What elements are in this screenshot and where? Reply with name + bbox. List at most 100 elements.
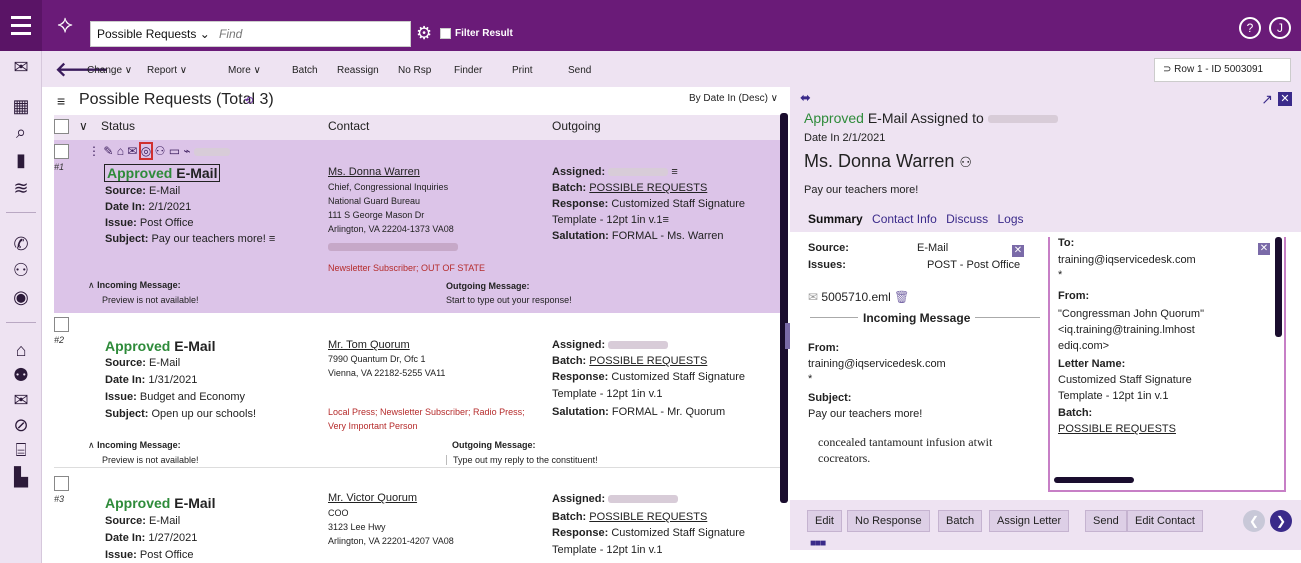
filter-lines-icon[interactable]: ≡ xyxy=(57,93,65,109)
batch-button[interactable]: Batch xyxy=(938,510,983,532)
list-row[interactable]: #1 ⋮ ✎ ⌂ ✉ ◎ ⚇ ▭ ⌁ Approved E-Mail Sourc… xyxy=(54,140,780,313)
add-user-icon[interactable]: ⚇ xyxy=(8,258,34,282)
mail-icon[interactable]: ✉ xyxy=(8,55,34,79)
reassign-button[interactable]: Reassign xyxy=(337,65,379,76)
batch-button[interactable]: Batch xyxy=(292,65,318,76)
finder-button[interactable]: Finder xyxy=(454,65,482,76)
sort-select[interactable]: By Date In (Desc) ∨ xyxy=(689,93,778,104)
contact-tags: Very Important Person xyxy=(328,421,418,431)
window-icon[interactable]: ▭ xyxy=(169,144,180,158)
column-status[interactable]: Status xyxy=(101,119,135,133)
status-title[interactable]: Approved E-Mail xyxy=(105,338,215,354)
filter-result-checkbox[interactable] xyxy=(440,28,451,39)
tab-contact-info[interactable]: Contact Info xyxy=(872,212,937,226)
find-input[interactable]: Find xyxy=(219,27,242,41)
select-all-checkbox[interactable] xyxy=(54,119,69,134)
no-response-button[interactable]: No Response xyxy=(847,510,930,532)
drag-handle-icon[interactable]: ⋮ xyxy=(88,144,100,158)
report-icon[interactable]: ▙ xyxy=(8,465,34,489)
list-scrollbar[interactable] xyxy=(780,113,788,503)
chart-icon[interactable]: ▮ xyxy=(8,148,34,172)
from-line: "Congressman John Quorum" xyxy=(1058,308,1204,320)
home-icon[interactable]: ⌂ xyxy=(117,144,124,158)
block-icon[interactable]: ⊘ xyxy=(8,413,34,437)
collapse-chevron-icon[interactable]: ∨ xyxy=(79,119,88,133)
building-icon[interactable]: ⌸ xyxy=(8,438,34,462)
contact-name[interactable]: Ms. Donna Warren xyxy=(328,166,420,178)
phone-icon[interactable]: ✆ xyxy=(8,232,34,256)
refresh-icon[interactable]: ⟲ xyxy=(244,94,253,107)
search-icon[interactable]: ⌕ xyxy=(8,120,34,144)
contact-name[interactable]: Mr. Tom Quorum xyxy=(328,339,410,351)
person-icon[interactable]: ⚇ xyxy=(155,144,166,158)
tab-discuss[interactable]: Discuss xyxy=(946,212,988,226)
layers-icon[interactable]: ≋ xyxy=(8,176,34,200)
subject-label: Subject: xyxy=(808,392,852,404)
body-line: cocreators. xyxy=(818,451,871,465)
column-contact[interactable]: Contact xyxy=(328,119,369,133)
print-button[interactable]: Print xyxy=(512,65,533,76)
report-menu[interactable]: Report ∨ xyxy=(147,65,187,76)
tag-icon[interactable]: ⌁ xyxy=(183,144,190,158)
edit-contact-button[interactable]: Edit Contact xyxy=(1127,510,1203,532)
more-icon[interactable]: ■■■ xyxy=(810,538,826,549)
more-menu[interactable]: More ∨ xyxy=(228,65,261,76)
envelope-icon[interactable]: ✉ xyxy=(127,144,137,158)
envelope-icon[interactable]: ✉ xyxy=(8,388,34,412)
view-select[interactable]: Possible Requests ⌄ xyxy=(91,27,219,41)
next-icon[interactable]: ❯ xyxy=(1270,510,1292,532)
horizontal-scrollbar[interactable] xyxy=(1054,477,1134,483)
status-title[interactable]: Approved E-Mail xyxy=(105,495,215,511)
remove-recipient-icon[interactable]: ✕ xyxy=(1258,243,1270,255)
send-button[interactable]: Send xyxy=(568,65,591,76)
row-checkbox[interactable] xyxy=(54,476,69,491)
expand-arrows-icon[interactable]: ⬌ xyxy=(800,90,811,106)
edit-button[interactable]: Edit xyxy=(807,510,842,532)
row-checkbox[interactable] xyxy=(54,317,69,332)
tab-logs[interactable]: Logs xyxy=(997,212,1023,226)
previous-icon[interactable]: ❮ xyxy=(1243,510,1265,532)
row-checkbox[interactable] xyxy=(54,144,69,159)
edit-icon[interactable]: ✎ xyxy=(103,144,113,158)
send-button[interactable]: Send xyxy=(1085,510,1127,532)
right-scrollbar[interactable] xyxy=(1275,237,1282,337)
users-icon[interactable]: ⚉ xyxy=(8,363,34,387)
source-value: E-Mail xyxy=(917,242,949,254)
list-row[interactable]: #3 Approved E-Mail Source: E-Mail Date I… xyxy=(54,472,780,563)
app-logo-icon[interactable]: ⟡ xyxy=(50,10,80,40)
chevron-up-icon: ∧ xyxy=(88,440,95,450)
list-row[interactable]: #2 Approved E-Mail Source: E-Mail Date I… xyxy=(54,313,780,468)
filter-settings-icon[interactable]: ⚙ xyxy=(416,22,438,44)
remove-source-icon[interactable]: ✕ xyxy=(1012,245,1024,257)
detail-title: Approved E-Mail Assigned to xyxy=(804,110,1058,126)
inbox-icon[interactable]: ⌂ xyxy=(8,338,34,362)
close-icon[interactable]: ✕ xyxy=(1278,92,1292,106)
batch-link[interactable]: POSSIBLE REQUESTS xyxy=(589,355,707,367)
tab-summary[interactable]: Summary xyxy=(808,212,863,226)
batch-link[interactable]: POSSIBLE REQUESTS xyxy=(1058,423,1176,435)
no-rsp-button[interactable]: No Rsp xyxy=(398,65,431,76)
outgoing-preview[interactable]: Start to type out your response! xyxy=(446,295,572,305)
contact-name[interactable]: Mr. Victor Quorum xyxy=(328,492,417,504)
column-outgoing[interactable]: Outgoing xyxy=(552,119,601,133)
change-menu[interactable]: Change ∨ xyxy=(87,65,132,76)
chevron-down-icon: ⌄ xyxy=(199,27,210,41)
redacted-assignee xyxy=(608,495,679,504)
batch-link[interactable]: POSSIBLE REQUESTS xyxy=(589,511,707,523)
badge-icon[interactable]: ◎ xyxy=(138,142,154,160)
share-icon[interactable]: ↗ xyxy=(1261,91,1273,108)
search-bar[interactable]: Possible Requests ⌄ Find xyxy=(90,21,411,47)
summary-right: To: ✕ training@iqservicedesk.com * From:… xyxy=(1048,237,1286,492)
status-title[interactable]: Approved E-Mail xyxy=(103,164,221,182)
list-header: ≡ Possible Requests (Total 3) ⟲ By Date … xyxy=(54,91,784,115)
menu-icon[interactable] xyxy=(0,0,42,51)
badge-add-icon[interactable]: ◉ xyxy=(8,285,34,309)
assign-letter-button[interactable]: Assign Letter xyxy=(989,510,1070,532)
help-icon[interactable]: ? xyxy=(1239,17,1261,39)
contact-line: Arlington, VA 22204-1373 VA08 xyxy=(328,224,454,234)
user-avatar[interactable]: J xyxy=(1269,17,1291,39)
outgoing-preview[interactable]: Type out my reply to the constituent! xyxy=(446,455,598,465)
dashboard-icon[interactable]: ▦ xyxy=(8,94,34,118)
batch-link[interactable]: POSSIBLE REQUESTS xyxy=(589,182,707,194)
trash-icon[interactable]: 🗑 xyxy=(894,290,909,304)
